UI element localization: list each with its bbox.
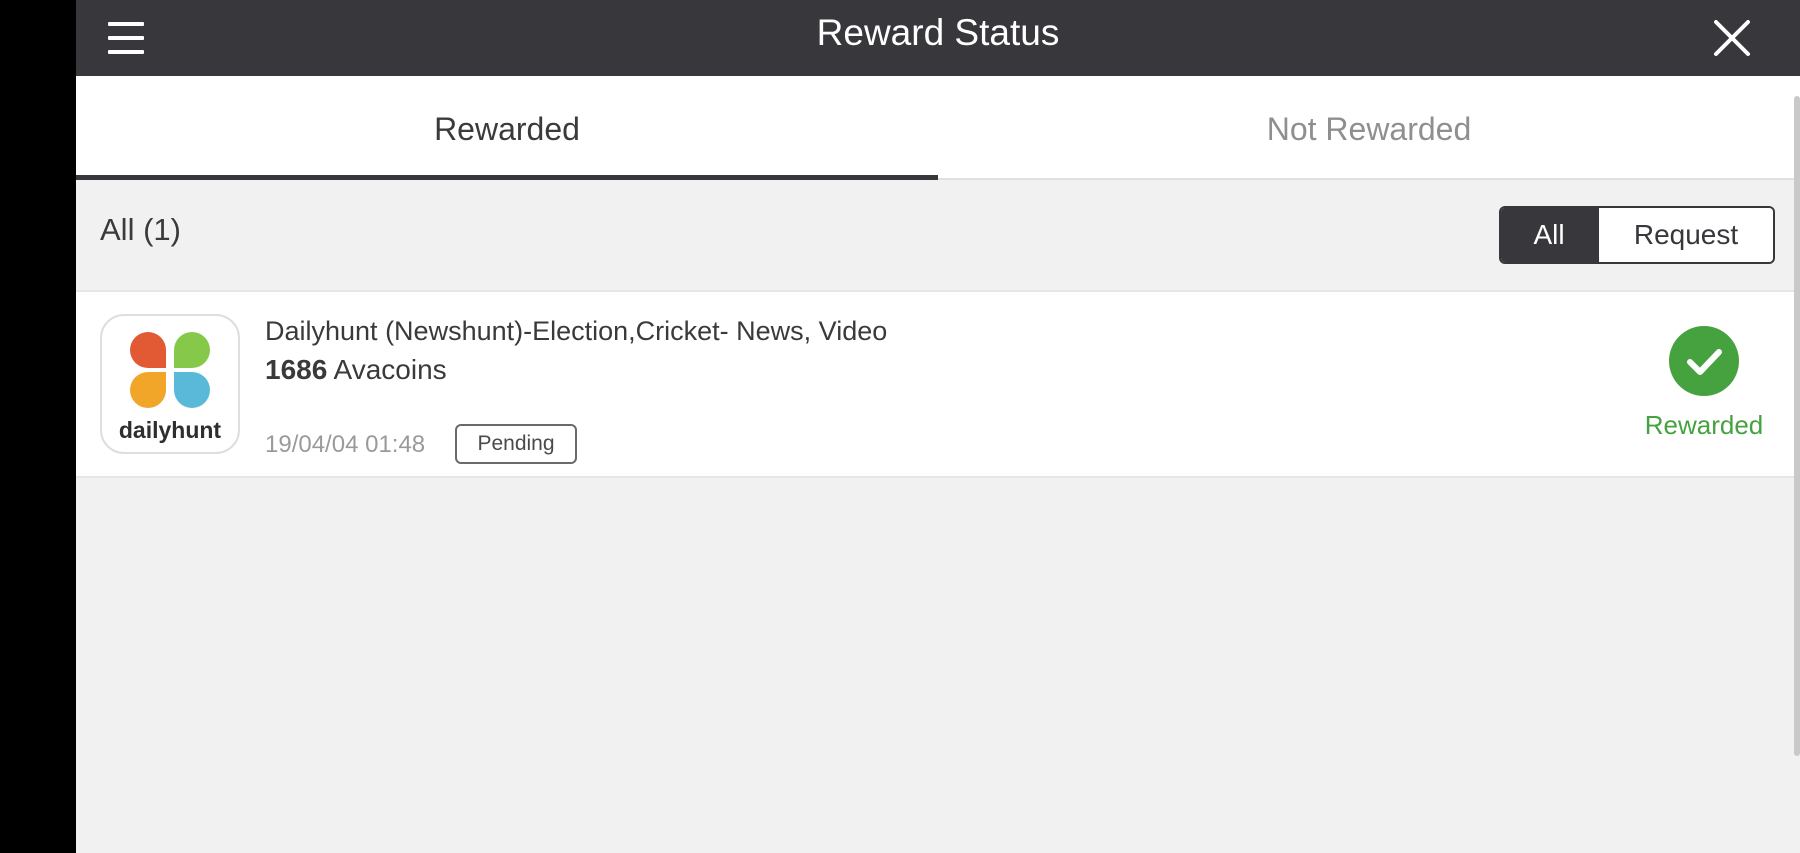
coins-value: 1686 xyxy=(265,354,328,385)
reward-date: 19/04/04 01:48 xyxy=(265,431,426,458)
filter-bar: All (1) All Request xyxy=(76,180,1800,290)
tab-bar: Rewarded Not Rewarded xyxy=(76,76,1800,180)
tab-rewarded[interactable]: Rewarded xyxy=(76,76,938,180)
page-title: Reward Status xyxy=(816,12,1060,53)
filter-segmented-control: All Request xyxy=(1499,206,1775,264)
dailyhunt-app-icon: dailyhunt xyxy=(100,314,240,454)
filter-request-button[interactable]: Request xyxy=(1597,208,1773,262)
filter-all-button[interactable]: All xyxy=(1501,208,1597,262)
tab-not-rewarded[interactable]: Not Rewarded xyxy=(938,76,1800,180)
coins-amount: 1686 Avacoins xyxy=(265,354,447,386)
top-app-bar: Reward Status xyxy=(76,0,1800,76)
pending-badge: Pending xyxy=(455,424,577,464)
checkmark-circle-icon xyxy=(1669,326,1739,396)
result-count-label: All (1) xyxy=(100,212,181,247)
scrollbar[interactable] xyxy=(1794,96,1800,756)
reward-status-label: Rewarded xyxy=(1644,410,1764,440)
close-icon[interactable] xyxy=(1710,16,1754,60)
app-name: Dailyhunt (Newshunt)-Election,Cricket- N… xyxy=(265,316,888,346)
reward-status-screen: Reward Status Rewarded Not Rewarded All … xyxy=(76,0,1800,853)
coins-unit: Avacoins xyxy=(333,354,447,385)
svg-text:dailyhunt: dailyhunt xyxy=(119,417,222,443)
reward-list: dailyhunt Dailyhunt (Newshunt)-Election,… xyxy=(76,290,1800,478)
